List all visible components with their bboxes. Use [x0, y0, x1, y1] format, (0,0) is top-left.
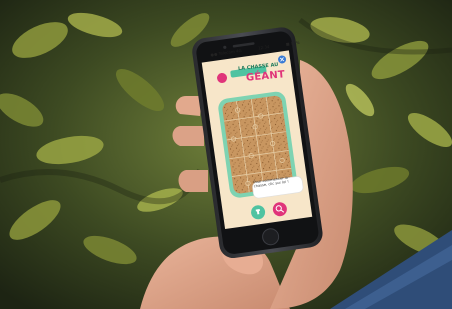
photo-scene: ●● Telecom 4G 12:34 ■ 87% LA CHASSE AU G… — [0, 0, 452, 309]
photo-illustration — [0, 0, 452, 309]
